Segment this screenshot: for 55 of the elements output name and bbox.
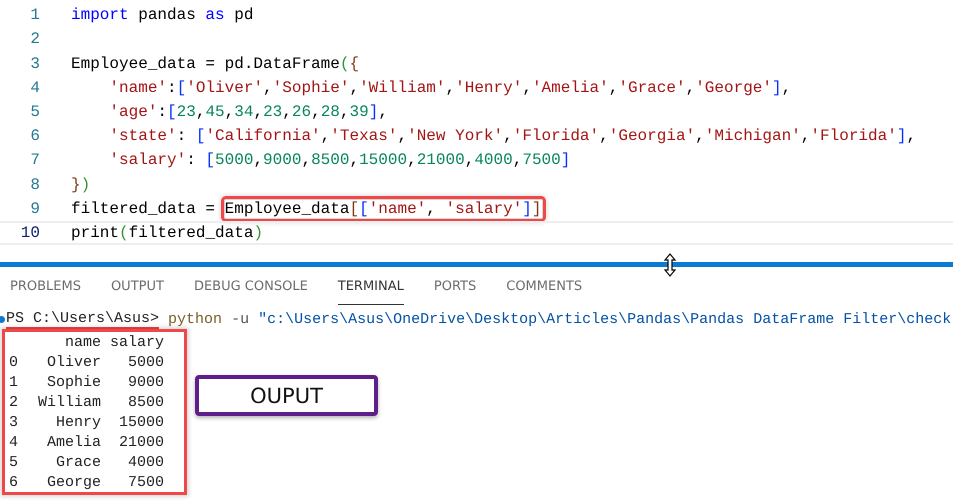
line-number: 10 <box>20 224 40 242</box>
table-cell-text: 3 <box>9 412 20 432</box>
code-text: Employee_data = pd.DataFrame({ <box>71 54 360 72</box>
table-cell-text: 6 <box>9 472 20 492</box>
panel-tab[interactable]: OUTPUT <box>110 279 164 305</box>
code-text: 'state': ['California','Texas','New York','Florida','Georgia','Michigan','Florida'], <box>108 127 916 146</box>
output-callout: OUPUT <box>195 375 378 416</box>
code-text: }) <box>71 176 90 194</box>
panel-tab[interactable]: COMMENTS <box>506 279 582 305</box>
code-text: 'salary': [5000,9000,8500,15000,21000,4000,7500] <box>108 151 570 170</box>
table-cell-text: 4 <box>9 432 20 452</box>
table-cell-text: Amelia <box>46 432 102 452</box>
line-number: 4 <box>29 78 40 97</box>
line-number: 2 <box>29 30 40 48</box>
table-cell-text: 21000 <box>118 432 164 452</box>
table-cell-text: 4000 <box>127 452 164 472</box>
table-cell-text: Oliver <box>46 352 102 372</box>
table-cell-text: 8500 <box>127 392 164 412</box>
table-cell-text: Grace <box>55 452 102 472</box>
status-dot-icon <box>0 316 5 322</box>
table-cell-text: 2 <box>9 392 20 412</box>
line-number: 9 <box>29 200 40 218</box>
terminal-prompt: PS C:\Users\Asus> <box>6 310 160 328</box>
line-number: 1 <box>29 6 40 24</box>
code-text: print(filtered_data) <box>71 224 264 242</box>
table-cell-text: 0 <box>9 352 20 372</box>
column-header: name <box>64 332 102 352</box>
panel-tab[interactable]: PROBLEMS <box>10 279 81 305</box>
line-number: 8 <box>29 176 40 194</box>
code-text: filtered_data = <box>71 200 216 218</box>
table-cell-text: Sophie <box>46 372 102 392</box>
table-cell-text: William <box>37 392 102 412</box>
panel-tab[interactable]: TERMINAL <box>338 279 404 305</box>
table-cell-text: 7500 <box>127 472 164 492</box>
line-number: 3 <box>29 54 40 72</box>
table-cell-text: 5000 <box>127 352 164 372</box>
table-cell-text: 1 <box>9 372 20 392</box>
line-number: 5 <box>29 102 40 121</box>
table-cell-text: Henry <box>55 412 102 432</box>
code-text: import pandas as pd <box>71 6 254 24</box>
code-text: 'name':['Oliver','Sophie','William','Henry','Amelia','Grace','George'], <box>108 78 792 97</box>
resize-cursor-icon <box>663 253 677 277</box>
code-text: 'age':[23,45,34,23,26,28,39], <box>108 102 388 121</box>
command-name: python <box>168 310 222 328</box>
column-header: salary <box>109 332 164 352</box>
panel-tab[interactable]: DEBUG CONSOLE <box>194 279 308 305</box>
command-argument: "c:\Users\Asus\OneDrive\Desktop\Articles\Pandas\Pandas DataFrame Filter\check <box>258 310 952 328</box>
line-number: 6 <box>29 127 40 146</box>
command-option-text: -u <box>231 310 250 328</box>
table-cell-text: 5 <box>9 452 20 472</box>
line-number: 7 <box>29 151 40 170</box>
table-cell-text: 15000 <box>118 412 164 432</box>
table-cell-text: George <box>46 472 102 492</box>
table-cell-text: 9000 <box>127 372 164 392</box>
panel-tab[interactable]: PORTS <box>434 279 476 305</box>
